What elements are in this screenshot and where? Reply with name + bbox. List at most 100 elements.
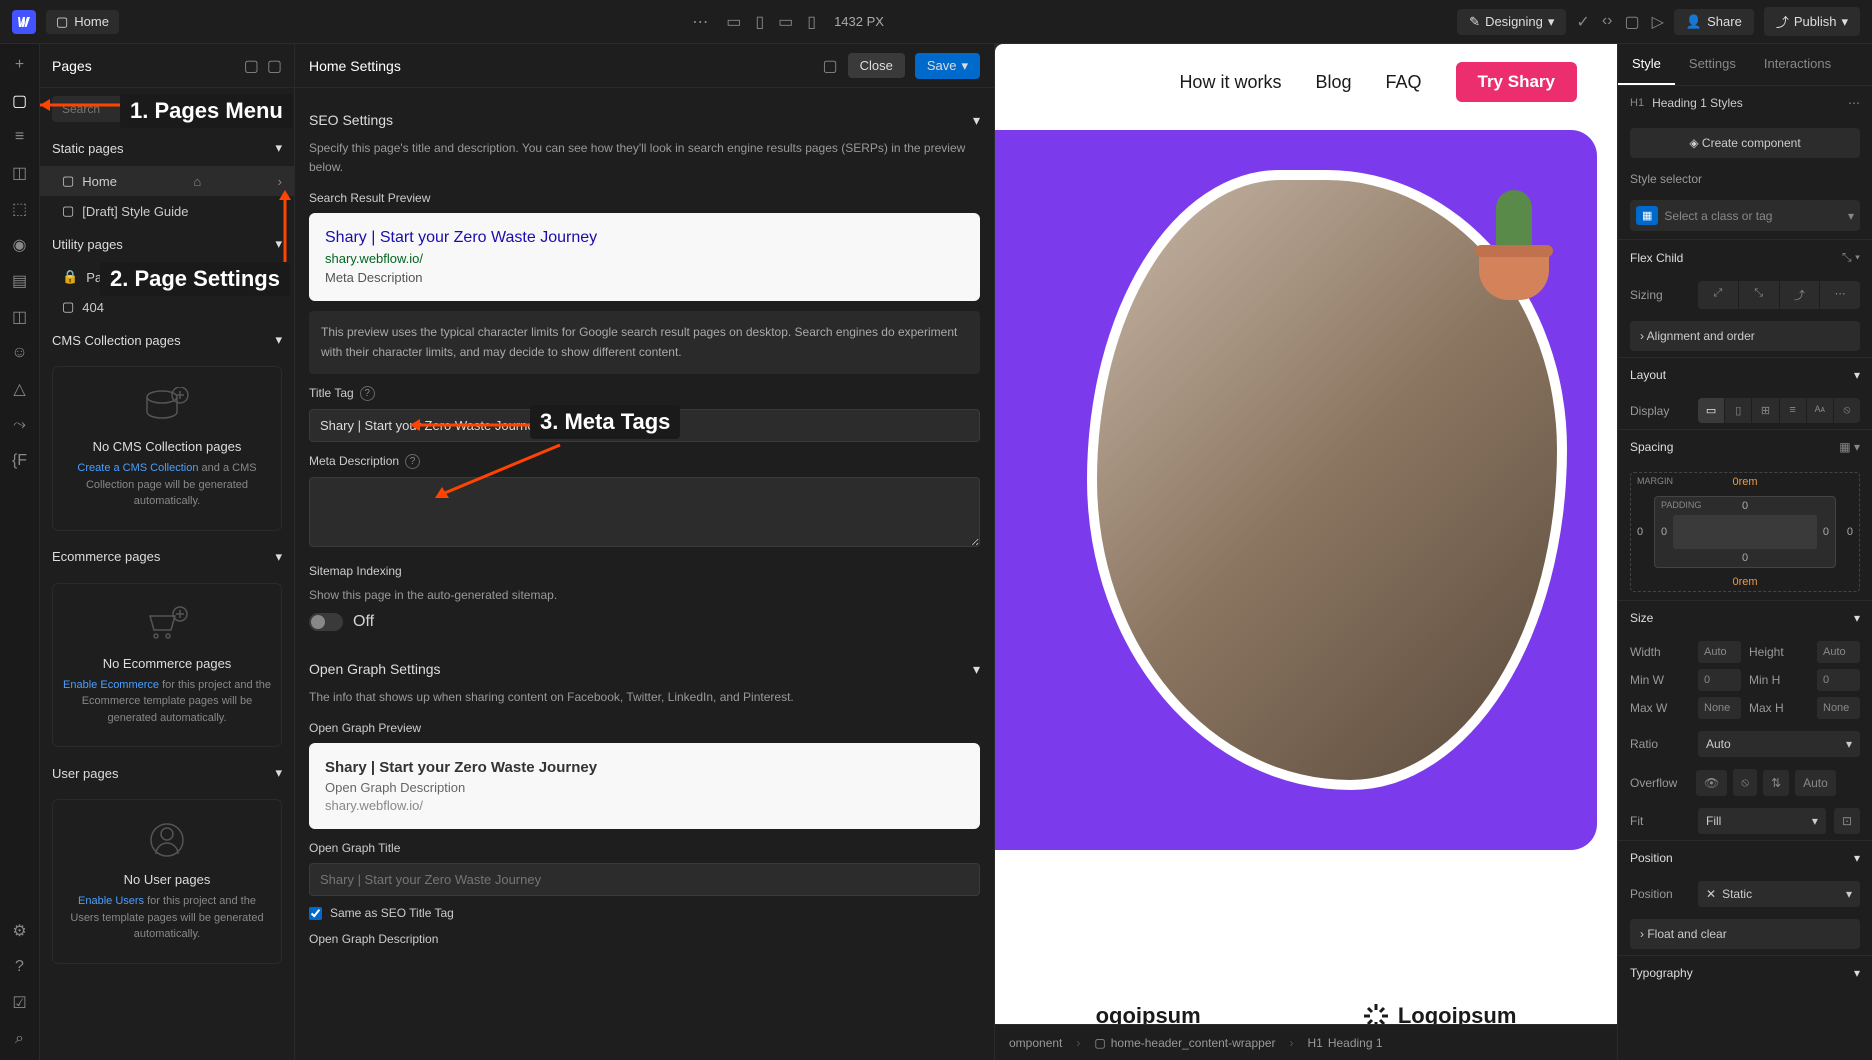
minw-input[interactable]: [1698, 669, 1741, 691]
tab-settings[interactable]: Settings: [1675, 44, 1750, 85]
close-button[interactable]: Close: [848, 53, 905, 78]
share-button[interactable]: 👤 Share: [1674, 9, 1754, 35]
enable-ecom-link[interactable]: Enable Ecommerce: [63, 679, 159, 691]
desktop-icon[interactable]: ▯: [755, 12, 764, 32]
search-icon[interactable]: ⌕: [9, 1028, 31, 1050]
save-button[interactable]: Save ▾: [915, 53, 980, 79]
tab-style[interactable]: Style: [1618, 44, 1675, 85]
page-icon: ▢: [62, 203, 74, 219]
style-selector-label: Style selector: [1630, 172, 1702, 186]
new-page-icon[interactable]: ▢: [267, 56, 282, 76]
panel-title: Pages: [52, 58, 92, 74]
new-folder-icon[interactable]: ▢: [244, 56, 259, 76]
alignment-dropdown[interactable]: › Alignment and order: [1630, 321, 1860, 351]
position-head[interactable]: Position ▾: [1618, 841, 1872, 875]
display-group[interactable]: ▭▯⊞≡Aᴀ⦸: [1698, 398, 1860, 423]
pages-icon[interactable]: ▢: [9, 90, 31, 112]
help-icon[interactable]: ?: [360, 386, 375, 401]
navigator-icon[interactable]: ≡: [9, 126, 31, 148]
more-icon[interactable]: ⋯: [1848, 96, 1860, 110]
minh-input[interactable]: [1817, 669, 1860, 691]
ecom-pages-head[interactable]: Ecommerce pages ▾: [40, 539, 294, 575]
maxw-input[interactable]: [1698, 697, 1741, 719]
code-panel-icon[interactable]: {F: [9, 450, 31, 472]
width-input[interactable]: [1698, 641, 1741, 663]
title-tag-input[interactable]: [309, 409, 980, 442]
utility-pages-head[interactable]: Utility pages ▾: [40, 226, 294, 262]
crumb-heading[interactable]: H1 Heading 1: [1307, 1036, 1382, 1050]
comment-icon[interactable]: ▢: [1624, 12, 1639, 32]
desktop-large-icon[interactable]: ▭: [726, 12, 741, 32]
designing-button[interactable]: ✎ Designing ▾: [1457, 9, 1566, 35]
tablet-icon[interactable]: ▭: [778, 12, 793, 32]
users-icon[interactable]: ☺: [9, 342, 31, 364]
crumb-component[interactable]: omponent: [1009, 1036, 1062, 1050]
logic-icon[interactable]: ⤳: [9, 414, 31, 436]
seo-settings-head[interactable]: SEO Settings ▾: [309, 102, 980, 139]
meta-desc-input[interactable]: [309, 477, 980, 547]
check-icon[interactable]: ✓: [1576, 12, 1589, 32]
publish-button[interactable]: ⤴ Publish ▾: [1764, 7, 1860, 36]
overflow-visible[interactable]: 👁: [1696, 770, 1727, 796]
overflow-auto[interactable]: Auto: [1795, 770, 1836, 796]
help-icon[interactable]: ?: [405, 454, 420, 469]
ecommerce-icon[interactable]: △: [9, 378, 31, 400]
page-item-style-guide[interactable]: ▢ [Draft] Style Guide: [40, 196, 294, 226]
code-icon[interactable]: ‹›: [1602, 12, 1613, 32]
help-icon[interactable]: ?: [9, 956, 31, 978]
chevron-down-icon: ▾: [973, 112, 980, 129]
layout-head[interactable]: Layout ▾: [1618, 358, 1872, 392]
position-select[interactable]: ✕ Static ▾: [1698, 881, 1860, 907]
create-component-button[interactable]: ◈ Create component: [1630, 128, 1860, 158]
enable-users-link[interactable]: Enable Users: [78, 895, 144, 907]
create-cms-link[interactable]: Create a CMS Collection: [77, 462, 198, 474]
page-item-404[interactable]: ▢ 404: [40, 292, 294, 322]
cms-pages-head[interactable]: CMS Collection pages ▾: [40, 322, 294, 358]
page-item-password[interactable]: 🔒 Password: [40, 262, 294, 292]
ratio-select[interactable]: Auto ▾: [1698, 731, 1860, 757]
nav-faq[interactable]: FAQ: [1385, 72, 1421, 93]
page-item-home[interactable]: ▢ Home ⌂ ›: [40, 166, 294, 196]
breadcrumb[interactable]: ▢ Home: [46, 10, 119, 34]
play-icon[interactable]: ▷: [1652, 12, 1664, 32]
cms-icon[interactable]: ◫: [9, 306, 31, 328]
search-input[interactable]: [52, 96, 282, 122]
og-settings-head[interactable]: Open Graph Settings ▾: [309, 651, 980, 688]
tab-interactions[interactable]: Interactions: [1750, 44, 1845, 85]
settings-icon[interactable]: ⚙: [9, 920, 31, 942]
og-title-input[interactable]: [309, 863, 980, 896]
typography-head[interactable]: Typography ▾: [1618, 956, 1872, 990]
class-selector[interactable]: ▦ Select a class or tag ▾: [1630, 200, 1860, 231]
fit-select[interactable]: Fill ▾: [1698, 808, 1826, 834]
sitemap-label: Sitemap Indexing: [309, 564, 980, 578]
sitemap-toggle[interactable]: [309, 613, 343, 631]
clipboard-icon[interactable]: ▢: [822, 56, 837, 76]
flex-child-head[interactable]: Flex Child ⤡ ▾: [1618, 240, 1872, 275]
add-icon[interactable]: +: [9, 54, 31, 76]
overflow-scroll[interactable]: ⇅: [1763, 770, 1789, 796]
audit-icon[interactable]: ☑: [9, 992, 31, 1014]
float-clear-dropdown[interactable]: › Float and clear: [1630, 919, 1860, 949]
overflow-hidden[interactable]: ⦸: [1733, 769, 1757, 796]
size-head[interactable]: Size ▾: [1618, 601, 1872, 635]
more-icon[interactable]: ⋯: [692, 12, 708, 32]
crumb-wrapper[interactable]: ▢ home-header_content-wrapper: [1094, 1036, 1275, 1050]
spacing-head[interactable]: Spacing ▦ ▾: [1618, 430, 1872, 464]
static-pages-head[interactable]: Static pages ▾: [40, 130, 294, 166]
assets-icon[interactable]: ▤: [9, 270, 31, 292]
cta-button[interactable]: Try Shary: [1456, 62, 1578, 102]
styles-icon[interactable]: ◉: [9, 234, 31, 256]
nav-blog[interactable]: Blog: [1315, 72, 1351, 93]
nav-how-it-works[interactable]: How it works: [1179, 72, 1281, 93]
spacing-box[interactable]: MARGIN 0rem 0rem 0 0 PADDING 0 0 0 0: [1630, 472, 1860, 592]
webflow-logo[interactable]: [12, 10, 36, 34]
og-same-checkbox[interactable]: [309, 907, 322, 920]
height-input[interactable]: [1817, 641, 1860, 663]
sizing-group[interactable]: ⤢⤡⤴⋯: [1698, 281, 1860, 309]
components-icon[interactable]: ◫: [9, 162, 31, 184]
fit-edit[interactable]: ⊡: [1834, 808, 1860, 834]
mobile-icon[interactable]: ▯: [807, 12, 816, 32]
maxh-input[interactable]: [1817, 697, 1860, 719]
user-pages-head[interactable]: User pages ▾: [40, 755, 294, 791]
variables-icon[interactable]: ⬚: [9, 198, 31, 220]
